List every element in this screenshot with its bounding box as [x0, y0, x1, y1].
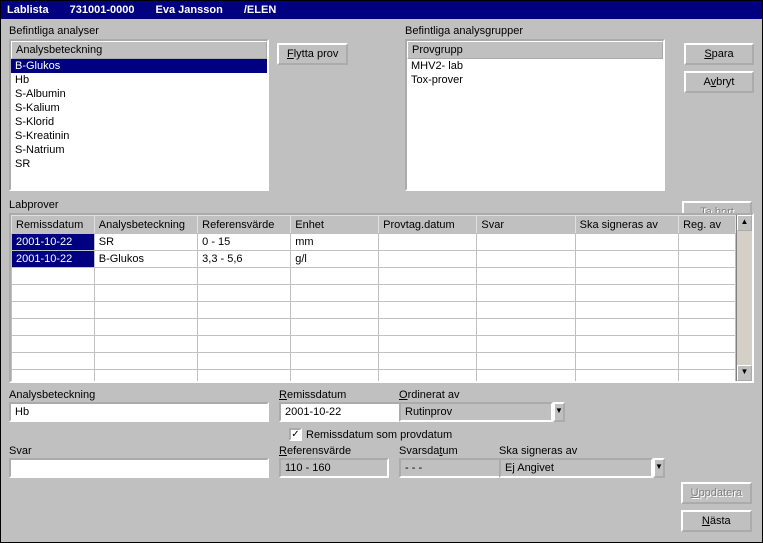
- ordinerat-label: Ordinerat av: [399, 389, 549, 401]
- grid-header[interactable]: Ska signeras av: [575, 216, 678, 234]
- groups-label: Befintliga analysgrupper: [405, 25, 665, 37]
- title-dept: /ELEN: [244, 4, 276, 16]
- grid-header[interactable]: Enhet: [291, 216, 379, 234]
- remiss-combo[interactable]: ▼: [279, 402, 389, 422]
- list-item[interactable]: SR: [11, 157, 267, 171]
- svarsdatum-label: Svarsdatum: [399, 445, 489, 457]
- save-button[interactable]: Spara: [684, 43, 754, 65]
- grid-header[interactable]: Referensvärde: [198, 216, 291, 234]
- move-button[interactable]: Flytta prov: [277, 43, 348, 65]
- ref-input: [279, 458, 389, 478]
- next-button[interactable]: Nästa: [681, 510, 752, 532]
- title-name: Eva Jansson: [156, 4, 223, 16]
- table-row[interactable]: [12, 336, 736, 353]
- checkbox-label: Remissdatum som provdatum: [306, 429, 452, 441]
- grid-scrollbar[interactable]: ▲ ▼: [736, 215, 752, 381]
- dropdown-icon[interactable]: ▼: [653, 458, 665, 478]
- scroll-down-icon[interactable]: ▼: [737, 365, 752, 381]
- analys-input[interactable]: [9, 402, 269, 422]
- groups-header: Provgrupp: [407, 41, 663, 59]
- title-id: 731001-0000: [70, 4, 135, 16]
- dropdown-icon[interactable]: ▼: [553, 402, 565, 422]
- title-app: Lablista: [7, 4, 49, 16]
- cancel-button[interactable]: Avbryt: [684, 71, 754, 93]
- provdatum-checkbox[interactable]: ✓: [289, 428, 302, 441]
- grid-header[interactable]: Analysbeteckning: [94, 216, 197, 234]
- ordinerat-combo[interactable]: ▼: [399, 402, 549, 422]
- analyses-listbox[interactable]: AnalysbeteckningB-GlukosHbS-AlbuminS-Kal…: [9, 39, 269, 191]
- svarsdatum-combo[interactable]: ▼: [399, 458, 489, 478]
- grid-header[interactable]: Provtag.datum: [379, 216, 477, 234]
- move-label: lytta prov: [294, 48, 339, 60]
- list-item[interactable]: MHV2- lab: [407, 59, 663, 73]
- grid-header[interactable]: Reg. av: [679, 216, 736, 234]
- sign-combo[interactable]: ▼: [499, 458, 649, 478]
- list-item[interactable]: S-Kreatinin: [11, 129, 267, 143]
- table-row[interactable]: [12, 353, 736, 370]
- svar-label: Svar: [9, 445, 269, 457]
- remiss-label: Remissdatum: [279, 389, 389, 401]
- sign-label: Ska signeras av: [499, 445, 649, 457]
- list-item[interactable]: B-Glukos: [11, 59, 267, 73]
- table-row[interactable]: 2001-10-22B-Glukos3,3 - 5,6g/l: [12, 251, 736, 268]
- list-item[interactable]: S-Natrium: [11, 143, 267, 157]
- scroll-up-icon[interactable]: ▲: [737, 215, 752, 231]
- list-item[interactable]: S-Albumin: [11, 87, 267, 101]
- grid-header[interactable]: Remissdatum: [12, 216, 95, 234]
- list-item[interactable]: S-Klorid: [11, 115, 267, 129]
- labtests-grid[interactable]: RemissdatumAnalysbeteckningReferensvärde…: [9, 213, 754, 383]
- analyses-label: Befintliga analyser: [9, 25, 269, 37]
- list-item[interactable]: Tox-prover: [407, 73, 663, 87]
- update-button: Uppdatera: [681, 482, 752, 504]
- labtests-label: Labprover: [9, 199, 754, 211]
- list-item[interactable]: S-Kalium: [11, 101, 267, 115]
- table-row[interactable]: [12, 370, 736, 382]
- groups-listbox[interactable]: ProvgruppMHV2- labTox-prover: [405, 39, 665, 191]
- analys-label: Analysbeteckning: [9, 389, 269, 401]
- list-item[interactable]: Hb: [11, 73, 267, 87]
- sign-input: [499, 458, 653, 478]
- titlebar: Lablista 731001-0000 Eva Jansson /ELEN: [1, 1, 762, 19]
- ref-label: Referensvärde: [279, 445, 389, 457]
- table-row[interactable]: [12, 302, 736, 319]
- table-row[interactable]: 2001-10-22SR0 - 15mm: [12, 234, 736, 251]
- table-row[interactable]: [12, 268, 736, 285]
- svar-input[interactable]: [9, 458, 269, 478]
- table-row[interactable]: [12, 285, 736, 302]
- analyses-header: Analysbeteckning: [11, 41, 267, 59]
- table-row[interactable]: [12, 319, 736, 336]
- grid-header[interactable]: Svar: [477, 216, 575, 234]
- window: Lablista 731001-0000 Eva Jansson /ELEN B…: [0, 0, 763, 543]
- ordinerat-input: [399, 402, 553, 422]
